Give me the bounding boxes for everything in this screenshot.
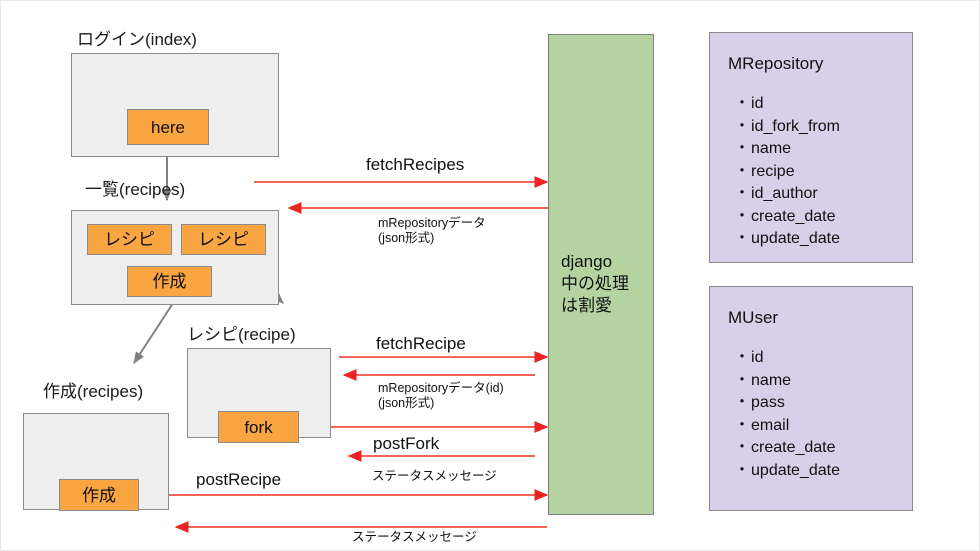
- entity-field: name: [734, 370, 840, 393]
- button-fork[interactable]: fork: [218, 411, 299, 443]
- entity-fields-m-user: idnamepassemailcreate_dateupdate_date: [734, 347, 840, 482]
- entity-fields-m-repository: idid_fork_fromnamerecipeid_authorcreate_…: [734, 93, 840, 251]
- entity-field: recipe: [734, 161, 840, 184]
- arrow-sub-fetch-recipes-response: mRepositoryデータ (json形式): [378, 216, 486, 245]
- screen-label-recipe-create: 作成(recipes): [43, 382, 144, 401]
- button-recipe-card-1[interactable]: レシピ: [87, 224, 172, 255]
- arrow-sub-post-recipe-response: ステータスメッセージ: [352, 530, 477, 544]
- screen-label-recipe-detail: レシピ(recipe): [187, 325, 296, 344]
- entity-field: id_author: [734, 183, 840, 206]
- entity-field: create_date: [734, 437, 840, 460]
- entity-field: create_date: [734, 206, 840, 229]
- entity-field: id_fork_from: [734, 116, 840, 139]
- entity-field: pass: [734, 392, 840, 415]
- button-recipe-card-2[interactable]: レシピ: [181, 224, 266, 255]
- entity-title-m-repository: MRepository: [728, 54, 824, 73]
- server-django-text: django 中の処理 は割愛: [561, 252, 629, 315]
- arrow-label-fetch-recipes: fetchRecipes: [366, 155, 465, 174]
- server-django: django 中の処理 は割愛: [548, 34, 654, 515]
- diagram-canvas: ログイン(index) here 一覧(recipes) レシピ レシピ 作成 …: [0, 0, 980, 551]
- arrow-label-post-fork: postFork: [373, 434, 440, 453]
- entity-m-repository: MRepository idid_fork_fromnamerecipeid_a…: [709, 32, 913, 263]
- arrow-label-fetch-recipe: fetchRecipe: [376, 334, 466, 353]
- screen-label-login: ログイン(index): [77, 30, 197, 49]
- button-create-from-list[interactable]: 作成: [127, 266, 212, 297]
- entity-title-m-user: MUser: [728, 308, 779, 327]
- entity-field: name: [734, 138, 840, 161]
- button-create-submit[interactable]: 作成: [59, 479, 139, 511]
- entity-m-user: MUser idnamepassemailcreate_dateupdate_d…: [709, 286, 913, 511]
- arrow-sub-fetch-recipe-response: mRepositoryデータ(id) (json形式): [378, 381, 504, 410]
- entity-field: id: [734, 347, 840, 370]
- connector-create-to-createscreen: [133, 296, 178, 365]
- entity-field: id: [734, 93, 840, 116]
- button-here[interactable]: here: [127, 109, 209, 145]
- arrow-sub-post-fork-response: ステータスメッセージ: [372, 469, 497, 483]
- entity-field: update_date: [734, 460, 840, 483]
- screen-label-recipes: 一覧(recipes): [85, 180, 186, 199]
- arrow-label-post-recipe: postRecipe: [196, 470, 282, 489]
- entity-field: email: [734, 415, 840, 438]
- entity-field: update_date: [734, 228, 840, 251]
